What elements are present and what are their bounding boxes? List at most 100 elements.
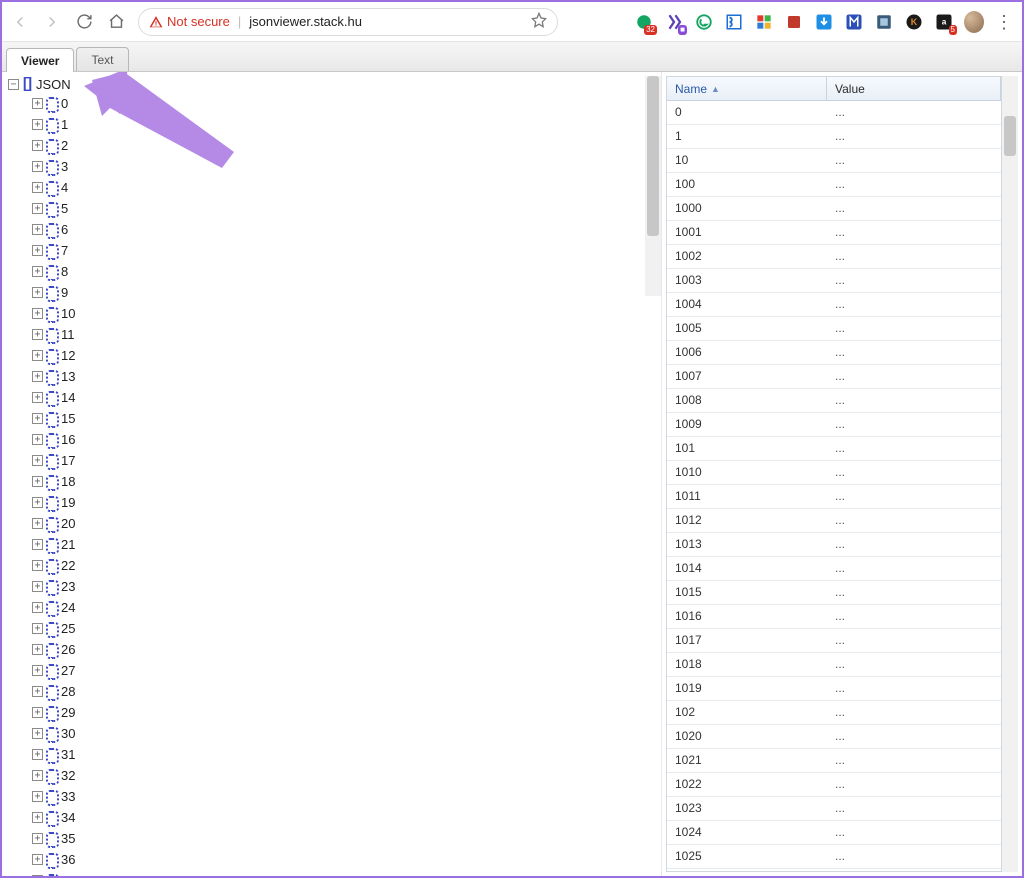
expand-icon[interactable]: + (32, 770, 43, 781)
grid-row[interactable]: 1019... (667, 677, 1001, 701)
expand-icon[interactable]: + (32, 686, 43, 697)
grid-scrollbar[interactable] (1002, 76, 1018, 872)
expand-icon[interactable]: + (32, 161, 43, 172)
grid-row[interactable]: 1025... (667, 845, 1001, 869)
expand-icon[interactable]: + (32, 581, 43, 592)
tree-node[interactable]: +3 (4, 156, 659, 177)
grid-row[interactable]: 1004... (667, 293, 1001, 317)
tab-text[interactable]: Text (76, 47, 128, 71)
column-header-name[interactable]: Name ▲ (667, 77, 827, 100)
grid-row[interactable]: 1008... (667, 389, 1001, 413)
expand-icon[interactable]: + (32, 707, 43, 718)
forward-button[interactable] (42, 12, 62, 32)
grid-row[interactable]: 1012... (667, 509, 1001, 533)
expand-icon[interactable]: + (32, 518, 43, 529)
grid-row[interactable]: 1018... (667, 653, 1001, 677)
grid-row[interactable]: 1017... (667, 629, 1001, 653)
expand-icon[interactable]: + (32, 182, 43, 193)
expand-icon[interactable]: + (32, 140, 43, 151)
expand-icon[interactable]: + (32, 749, 43, 760)
grid-row[interactable]: 1021... (667, 749, 1001, 773)
expand-icon[interactable]: + (32, 287, 43, 298)
grid-row[interactable]: 1022... (667, 773, 1001, 797)
expand-icon[interactable]: + (32, 476, 43, 487)
column-header-value[interactable]: Value (827, 77, 1001, 100)
address-bar[interactable]: Not secure | jsonviewer.stack.hu (138, 8, 558, 36)
tree-node[interactable]: +16 (4, 429, 659, 450)
tree-root-node[interactable]: − [] JSON (4, 76, 659, 93)
expand-icon[interactable]: + (32, 497, 43, 508)
tree-node[interactable]: +24 (4, 597, 659, 618)
expand-icon[interactable]: + (32, 308, 43, 319)
extension-icon[interactable] (724, 12, 744, 32)
expand-icon[interactable]: + (32, 413, 43, 424)
expand-icon[interactable]: + (32, 644, 43, 655)
extension-icon[interactable] (754, 12, 774, 32)
grid-row[interactable]: 1009... (667, 413, 1001, 437)
tree-node[interactable]: +26 (4, 639, 659, 660)
grid-row[interactable]: 1023... (667, 797, 1001, 821)
tree-node[interactable]: +12 (4, 345, 659, 366)
extension-icon[interactable]: a5 (934, 12, 954, 32)
tree-node[interactable]: +28 (4, 681, 659, 702)
tree-node[interactable]: +15 (4, 408, 659, 429)
tree-node[interactable]: +7 (4, 240, 659, 261)
expand-icon[interactable]: + (32, 371, 43, 382)
grid-row[interactable]: 0... (667, 101, 1001, 125)
tree-node[interactable]: +10 (4, 303, 659, 324)
grid-row[interactable]: 1016... (667, 605, 1001, 629)
tree-node[interactable]: +5 (4, 198, 659, 219)
expand-icon[interactable]: + (32, 455, 43, 466)
tree-node[interactable]: +17 (4, 450, 659, 471)
tree-node[interactable]: +29 (4, 702, 659, 723)
grid-row[interactable]: 1007... (667, 365, 1001, 389)
grid-row[interactable]: 1000... (667, 197, 1001, 221)
tree-node[interactable]: +27 (4, 660, 659, 681)
tree-node[interactable]: +32 (4, 765, 659, 786)
grid-row[interactable]: 1026... (667, 869, 1001, 871)
extension-icon[interactable] (694, 12, 714, 32)
grid-row[interactable]: 1024... (667, 821, 1001, 845)
expand-icon[interactable]: + (32, 224, 43, 235)
grid-row[interactable]: 1006... (667, 341, 1001, 365)
expand-icon[interactable]: + (32, 245, 43, 256)
expand-icon[interactable]: + (32, 434, 43, 445)
extension-icon[interactable] (814, 12, 834, 32)
extension-icon[interactable] (844, 12, 864, 32)
tree-node[interactable]: +8 (4, 261, 659, 282)
expand-icon[interactable]: + (32, 728, 43, 739)
profile-avatar[interactable] (964, 12, 984, 32)
expand-icon[interactable]: + (32, 665, 43, 676)
tree-node[interactable]: +9 (4, 282, 659, 303)
expand-icon[interactable]: + (32, 875, 43, 876)
tree-node[interactable]: +22 (4, 555, 659, 576)
extension-icon[interactable]: K (904, 12, 924, 32)
grid-row[interactable]: 1005... (667, 317, 1001, 341)
tree-node[interactable]: +30 (4, 723, 659, 744)
grid-row[interactable]: 100... (667, 173, 1001, 197)
tree-node[interactable]: +20 (4, 513, 659, 534)
extension-icon[interactable]: ■ (664, 12, 684, 32)
expand-icon[interactable]: + (32, 350, 43, 361)
expand-icon[interactable]: + (32, 119, 43, 130)
grid-row[interactable]: 1002... (667, 245, 1001, 269)
expand-icon[interactable]: + (32, 392, 43, 403)
tree-node[interactable]: +2 (4, 135, 659, 156)
tree-scrollbar[interactable] (645, 76, 661, 296)
grid-row[interactable]: 1001... (667, 221, 1001, 245)
tree-node[interactable]: +21 (4, 534, 659, 555)
expand-icon[interactable]: + (32, 203, 43, 214)
tree-node[interactable]: +25 (4, 618, 659, 639)
expand-icon[interactable]: + (32, 812, 43, 823)
grid-row[interactable]: 1020... (667, 725, 1001, 749)
tree-node[interactable]: +18 (4, 471, 659, 492)
expand-icon[interactable]: + (32, 833, 43, 844)
tree-node[interactable]: +34 (4, 807, 659, 828)
tree-node[interactable]: +36 (4, 849, 659, 870)
extension-icon[interactable]: 32 (634, 12, 654, 32)
tree-node[interactable]: +14 (4, 387, 659, 408)
grid-row[interactable]: 102... (667, 701, 1001, 725)
tree-node[interactable]: +31 (4, 744, 659, 765)
expand-icon[interactable]: + (32, 560, 43, 571)
expand-icon[interactable]: + (32, 602, 43, 613)
